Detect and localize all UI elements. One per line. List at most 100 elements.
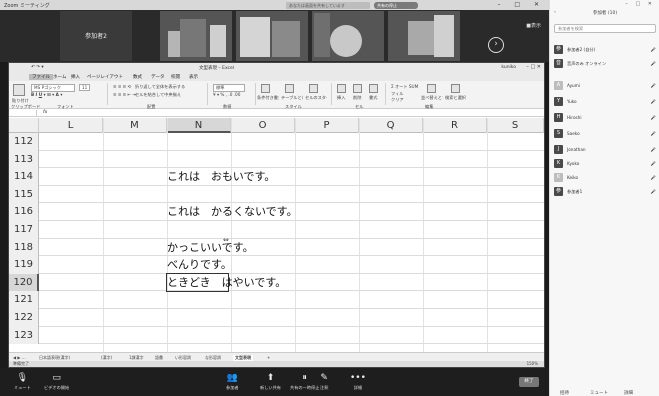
tab-view[interactable]: 表示 [189,74,198,80]
excel-window-controls[interactable]: – □ ✕ [526,64,541,70]
align-icons-2[interactable]: ≡ ≡ ≡ ⇤ ⇥ [113,92,136,97]
participant-item[interactable]: J Jonathan 🎤 [554,144,656,156]
panel-window-controls[interactable]: – □ ✕ [625,1,655,7]
merge-button[interactable]: セルを結合して中央揃え [135,92,181,98]
participants-button[interactable]: 👥 参加者 [226,373,239,391]
mute-button[interactable]: 🎙 ミュート [14,373,31,391]
name-box[interactable] [11,110,37,116]
tab-insert[interactable]: 挿入 [71,74,80,80]
participant-thumb-video[interactable] [160,11,232,61]
tab-page-layout[interactable]: ページレイアウト [87,74,123,80]
column-header[interactable]: L [39,118,103,133]
participant-item[interactable]: Y Yuko 🎤 [554,96,656,108]
delete-cells-icon[interactable] [353,84,362,93]
start-video-button[interactable]: ▭ ビデオの開始 [44,373,69,391]
bold-button[interactable]: B I U ▾ ⊞ ▾ A ▾ [31,92,62,97]
more-button[interactable]: ••• 詳細 [350,373,366,391]
view-toggle[interactable]: ■表示 [526,22,541,29]
font-select[interactable]: MS Pゴシック [31,84,75,92]
annotate-button[interactable]: ✎ 注釈 [320,373,328,391]
cell-n[interactable]: ときどき はやいです。 [167,275,286,290]
participant-thumb-video[interactable] [388,11,460,61]
format-cells-icon[interactable] [369,84,378,93]
participant-item[interactable]: H Hiroshi 🎤 [554,112,656,124]
participants-panel: – □ ✕ ‹ 参加者 (10) 参加者を検索 参 参加者2 (自分) 🎤 音 … [549,0,659,396]
tab-home[interactable]: ホーム [53,74,66,80]
column-header[interactable]: Q [359,118,423,133]
select-all-corner[interactable] [9,118,39,133]
find-select-icon[interactable] [451,84,460,93]
insert-cells-icon[interactable] [337,84,346,93]
column-header[interactable]: M [103,118,167,133]
window-controls[interactable]: – □ ✕ [497,1,545,8]
row-header[interactable]: 119 [9,256,39,274]
row-header[interactable]: 122 [9,308,39,327]
participant-item[interactable]: K Keiko 🎤 [554,172,656,184]
row-header[interactable]: 115 [9,185,39,204]
mute-all-button[interactable]: ミュート [590,390,608,396]
column-header-selected[interactable]: N [167,118,231,133]
font-size-select[interactable]: 11 [79,84,91,91]
stop-share-button[interactable]: 共有の停止 [374,2,418,9]
number-icons[interactable]: ¥ ▾ % , .0 .00 [213,92,240,97]
wrap-text-button[interactable]: 折り返して全体を表示する [135,84,185,90]
participant-item[interactable]: 参 参加者1 🎤 [554,186,656,198]
cell-n[interactable]: これは かるくないです。 [167,204,298,219]
paste-icon[interactable] [13,84,25,96]
row-header[interactable]: 121 [9,291,39,309]
participant-thumb-named[interactable]: 参加者2 [60,11,132,61]
cell-n[interactable]: これは おもいです。 [167,169,275,184]
row-header[interactable]: 123 [9,326,39,345]
column-header[interactable]: S [487,118,544,133]
tab-data[interactable]: データ [151,74,165,80]
invite-button[interactable]: 招待 [560,390,569,396]
align-icons[interactable]: ≡ ≡ ≡ ⟲ [113,84,131,89]
clear-button[interactable]: クリア [391,97,404,103]
autosum-button[interactable]: Σ オート SUM [391,84,418,90]
end-meeting-button[interactable]: 終了 [519,377,539,387]
avatar: 参 [554,187,563,196]
row-header[interactable]: 118 [9,238,39,257]
zoom-level[interactable]: 150% [527,361,538,366]
tab-file[interactable]: ファイル [29,74,53,80]
next-page-icon[interactable]: › [488,37,504,53]
row-header[interactable]: 117 [9,220,39,239]
participant-name: Keiko [567,175,579,180]
column-header[interactable]: O [231,118,295,133]
participant-thumb-video[interactable] [312,11,384,61]
window-title: Zoom ミーティング [4,2,50,9]
collapse-chevron-icon[interactable]: ‹ [554,10,556,15]
fx-icon[interactable]: fx [43,110,47,115]
sort-filter-icon[interactable] [427,84,436,93]
column-header[interactable]: R [423,118,487,133]
row-header[interactable]: 112 [9,133,39,151]
row-header-selected[interactable]: 120 [9,273,39,292]
tab-review[interactable]: 校閲 [171,74,180,80]
row-header[interactable]: 116 [9,203,39,221]
ribbon-tabs: ファイル ホーム 挿入 ページレイアウト 数式 データ 校閲 表示 [9,73,544,81]
participant-item[interactable]: S Saeko 🎤 [554,128,656,140]
panel-more-button[interactable]: 詳細 [624,390,633,396]
participant-item[interactable]: 音 音声のみ オンライン 🎤 [554,58,656,70]
participant-search-input[interactable]: 参加者を検索 [554,24,656,33]
status-text: 準備完了 [13,361,29,366]
number-format-select[interactable]: 標準 [213,84,245,92]
participant-thumb-video[interactable] [236,11,308,61]
row-header[interactable]: 114 [9,168,39,186]
cell-style-icon[interactable] [309,84,318,93]
conditional-format-icon[interactable] [261,84,270,93]
pause-share-button[interactable]: ⏸ 共有の一時停止 [290,373,319,391]
cell-n[interactable]: かっこいいです。 [167,240,254,255]
row-header[interactable]: 113 [9,150,39,169]
sheet-nav-icon[interactable]: ◀ ▶ … [13,355,26,360]
format-table-icon[interactable] [285,84,294,93]
tab-formulas[interactable]: 数式 [133,74,142,80]
quick-access-icon[interactable]: ↶ ↷ ▾ [31,65,44,70]
participant-item[interactable]: A Ayumi 🎤 [554,80,656,92]
new-share-button[interactable]: ⬆ 新しい共有 [260,373,281,391]
column-header[interactable]: P [295,118,359,133]
add-sheet-button[interactable]: + [267,355,270,360]
participant-item[interactable]: 参 参加者2 (自分) 🎤 [554,44,656,56]
participant-item[interactable]: K Kyoko 🎤 [554,158,656,170]
cell-n[interactable]: べんりです。 [167,257,232,272]
